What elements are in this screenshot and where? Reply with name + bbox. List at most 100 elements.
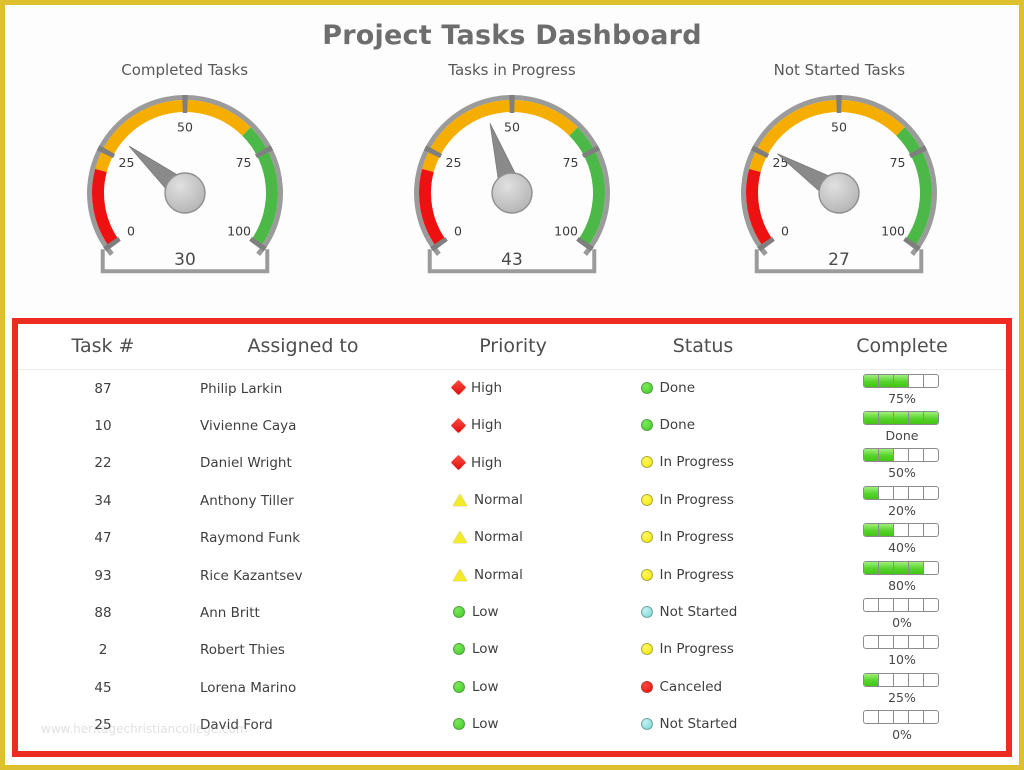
cell-status: Canceled	[608, 669, 798, 706]
cell-status: In Progress	[608, 632, 798, 669]
priority-label: Low	[472, 678, 499, 695]
cell-status: Not Started	[608, 707, 798, 744]
progress-bar	[863, 523, 939, 538]
progress-label: 80%	[888, 577, 916, 593]
progress-segment	[924, 412, 938, 424]
table-row[interactable]: 88 Ann Britt Low Not Started 0%	[18, 594, 1006, 631]
yellow-triangle-icon	[453, 531, 467, 544]
progress-segment	[909, 711, 924, 724]
table-row[interactable]: 45 Lorena Marino Low Canceled 25%	[18, 669, 1006, 706]
status-label: Canceled	[659, 678, 723, 695]
progress-widget: 20%	[863, 483, 941, 518]
priority-badge: High	[450, 379, 573, 396]
status-badge: In Progress	[640, 529, 766, 545]
gauge-dial: 0 25 50 75 100 30	[35, 81, 335, 293]
progress-segment	[924, 487, 938, 499]
progress-segment	[879, 449, 894, 462]
svg-text:50: 50	[831, 120, 847, 135]
column-header-assigned[interactable]: Assigned to	[188, 324, 418, 370]
page-title: Project Tasks Dashboard	[322, 20, 702, 51]
cell-status: In Progress	[608, 445, 798, 482]
green-circle-icon	[453, 606, 465, 619]
progress-label: 0%	[892, 615, 912, 631]
svg-text:100: 100	[881, 223, 905, 238]
svg-text:75: 75	[890, 155, 906, 170]
table-row[interactable]: 47 Raymond Funk Normal In Progress 40%	[18, 520, 1006, 557]
status-badge: In Progress	[640, 492, 766, 508]
yellow-circle-icon	[640, 531, 653, 544]
priority-label: Low	[472, 604, 499, 621]
progress-label: 40%	[888, 540, 916, 556]
cell-complete: 0%	[798, 594, 1006, 631]
cell-assigned-to: Rice Kazantsev	[188, 557, 418, 594]
red-diamond-icon	[450, 454, 467, 471]
progress-segment	[894, 524, 909, 537]
status-label: In Progress	[659, 566, 734, 583]
progress-segment	[909, 561, 924, 574]
progress-segment	[879, 412, 894, 425]
assignee-name: Lorena Marino	[200, 679, 297, 696]
table-row[interactable]: 22 Daniel Wright High In Progress 50%	[18, 445, 1006, 482]
progress-bar	[863, 710, 939, 725]
table-row[interactable]: 87 Philip Larkin High Done 75%	[18, 370, 1006, 408]
progress-segment	[879, 711, 894, 724]
column-header-priority[interactable]: Priority	[418, 324, 608, 370]
red-diamond-icon	[450, 417, 467, 434]
assignee-name: Raymond Funk	[200, 530, 301, 547]
green-circle-icon	[453, 718, 465, 731]
svg-text:25: 25	[445, 155, 461, 170]
svg-text:75: 75	[563, 155, 579, 170]
progress-bar-segments	[864, 486, 938, 499]
priority-label: Low	[472, 716, 499, 733]
cell-priority: Normal	[418, 520, 608, 557]
progress-segment	[894, 412, 909, 425]
progress-bar	[863, 411, 939, 426]
progress-segment	[879, 673, 894, 686]
progress-widget: 80%	[863, 558, 941, 593]
status-label: In Progress	[659, 641, 734, 658]
column-header-status[interactable]: Status	[608, 324, 798, 370]
progress-segment	[924, 449, 938, 461]
cell-assigned-to: Lorena Marino	[188, 669, 418, 706]
progress-segment	[879, 599, 894, 612]
cell-complete: 75%	[798, 370, 1006, 408]
cell-assigned-to: Philip Larkin	[188, 370, 418, 408]
gauge-dial: 0 25 50 75 100 27	[689, 81, 989, 293]
progress-segment	[894, 711, 909, 724]
assignee-name: David Ford	[200, 717, 273, 734]
progress-segment	[894, 486, 909, 499]
table-row[interactable]: 10 Vivienne Caya High Done Done	[18, 407, 1006, 444]
status-badge: Canceled	[640, 678, 766, 695]
table-row[interactable]: 93 Rice Kazantsev Normal In Progress 80%	[18, 557, 1006, 594]
gauge-title: Not Started Tasks	[773, 61, 906, 79]
gauge-title: Tasks in Progress	[448, 61, 576, 79]
priority-label: High	[471, 379, 503, 396]
progress-widget: 75%	[863, 371, 941, 406]
progress-segment	[879, 636, 894, 649]
progress-bar	[863, 485, 939, 500]
progress-widget: 25%	[863, 670, 941, 705]
priority-label: Normal	[474, 529, 523, 546]
progress-segment	[864, 524, 879, 537]
table-row[interactable]: 34 Anthony Tiller Normal In Progress 20%	[18, 482, 1006, 519]
yellow-triangle-icon	[453, 493, 467, 506]
priority-label: High	[471, 454, 503, 471]
table-row[interactable]: 25 David Ford Low Not Started 0%	[18, 707, 1006, 744]
column-header-complete[interactable]: Complete	[798, 324, 1006, 370]
cell-assigned-to: Ann Britt	[188, 594, 418, 631]
svg-text:0: 0	[127, 223, 135, 238]
status-badge: Done	[640, 417, 766, 433]
cell-task-number: 87	[94, 380, 112, 397]
green-circle-icon	[640, 419, 653, 432]
table-row[interactable]: 2 Robert Thies Low In Progress 10%	[18, 632, 1006, 669]
priority-badge: Low	[453, 641, 573, 657]
gauge-3: Not Started Tasks 0 25 50 75 100 27	[689, 61, 989, 293]
red-circle-icon	[640, 680, 653, 693]
status-badge: In Progress	[640, 566, 766, 583]
cell-complete: 20%	[798, 482, 1006, 519]
column-header-task[interactable]: Task #	[18, 324, 188, 370]
cell-assigned-to: Daniel Wright	[188, 445, 418, 482]
cell-assigned-to: David Ford	[188, 707, 418, 744]
progress-segment	[864, 486, 879, 499]
yellow-circle-icon	[640, 456, 653, 469]
